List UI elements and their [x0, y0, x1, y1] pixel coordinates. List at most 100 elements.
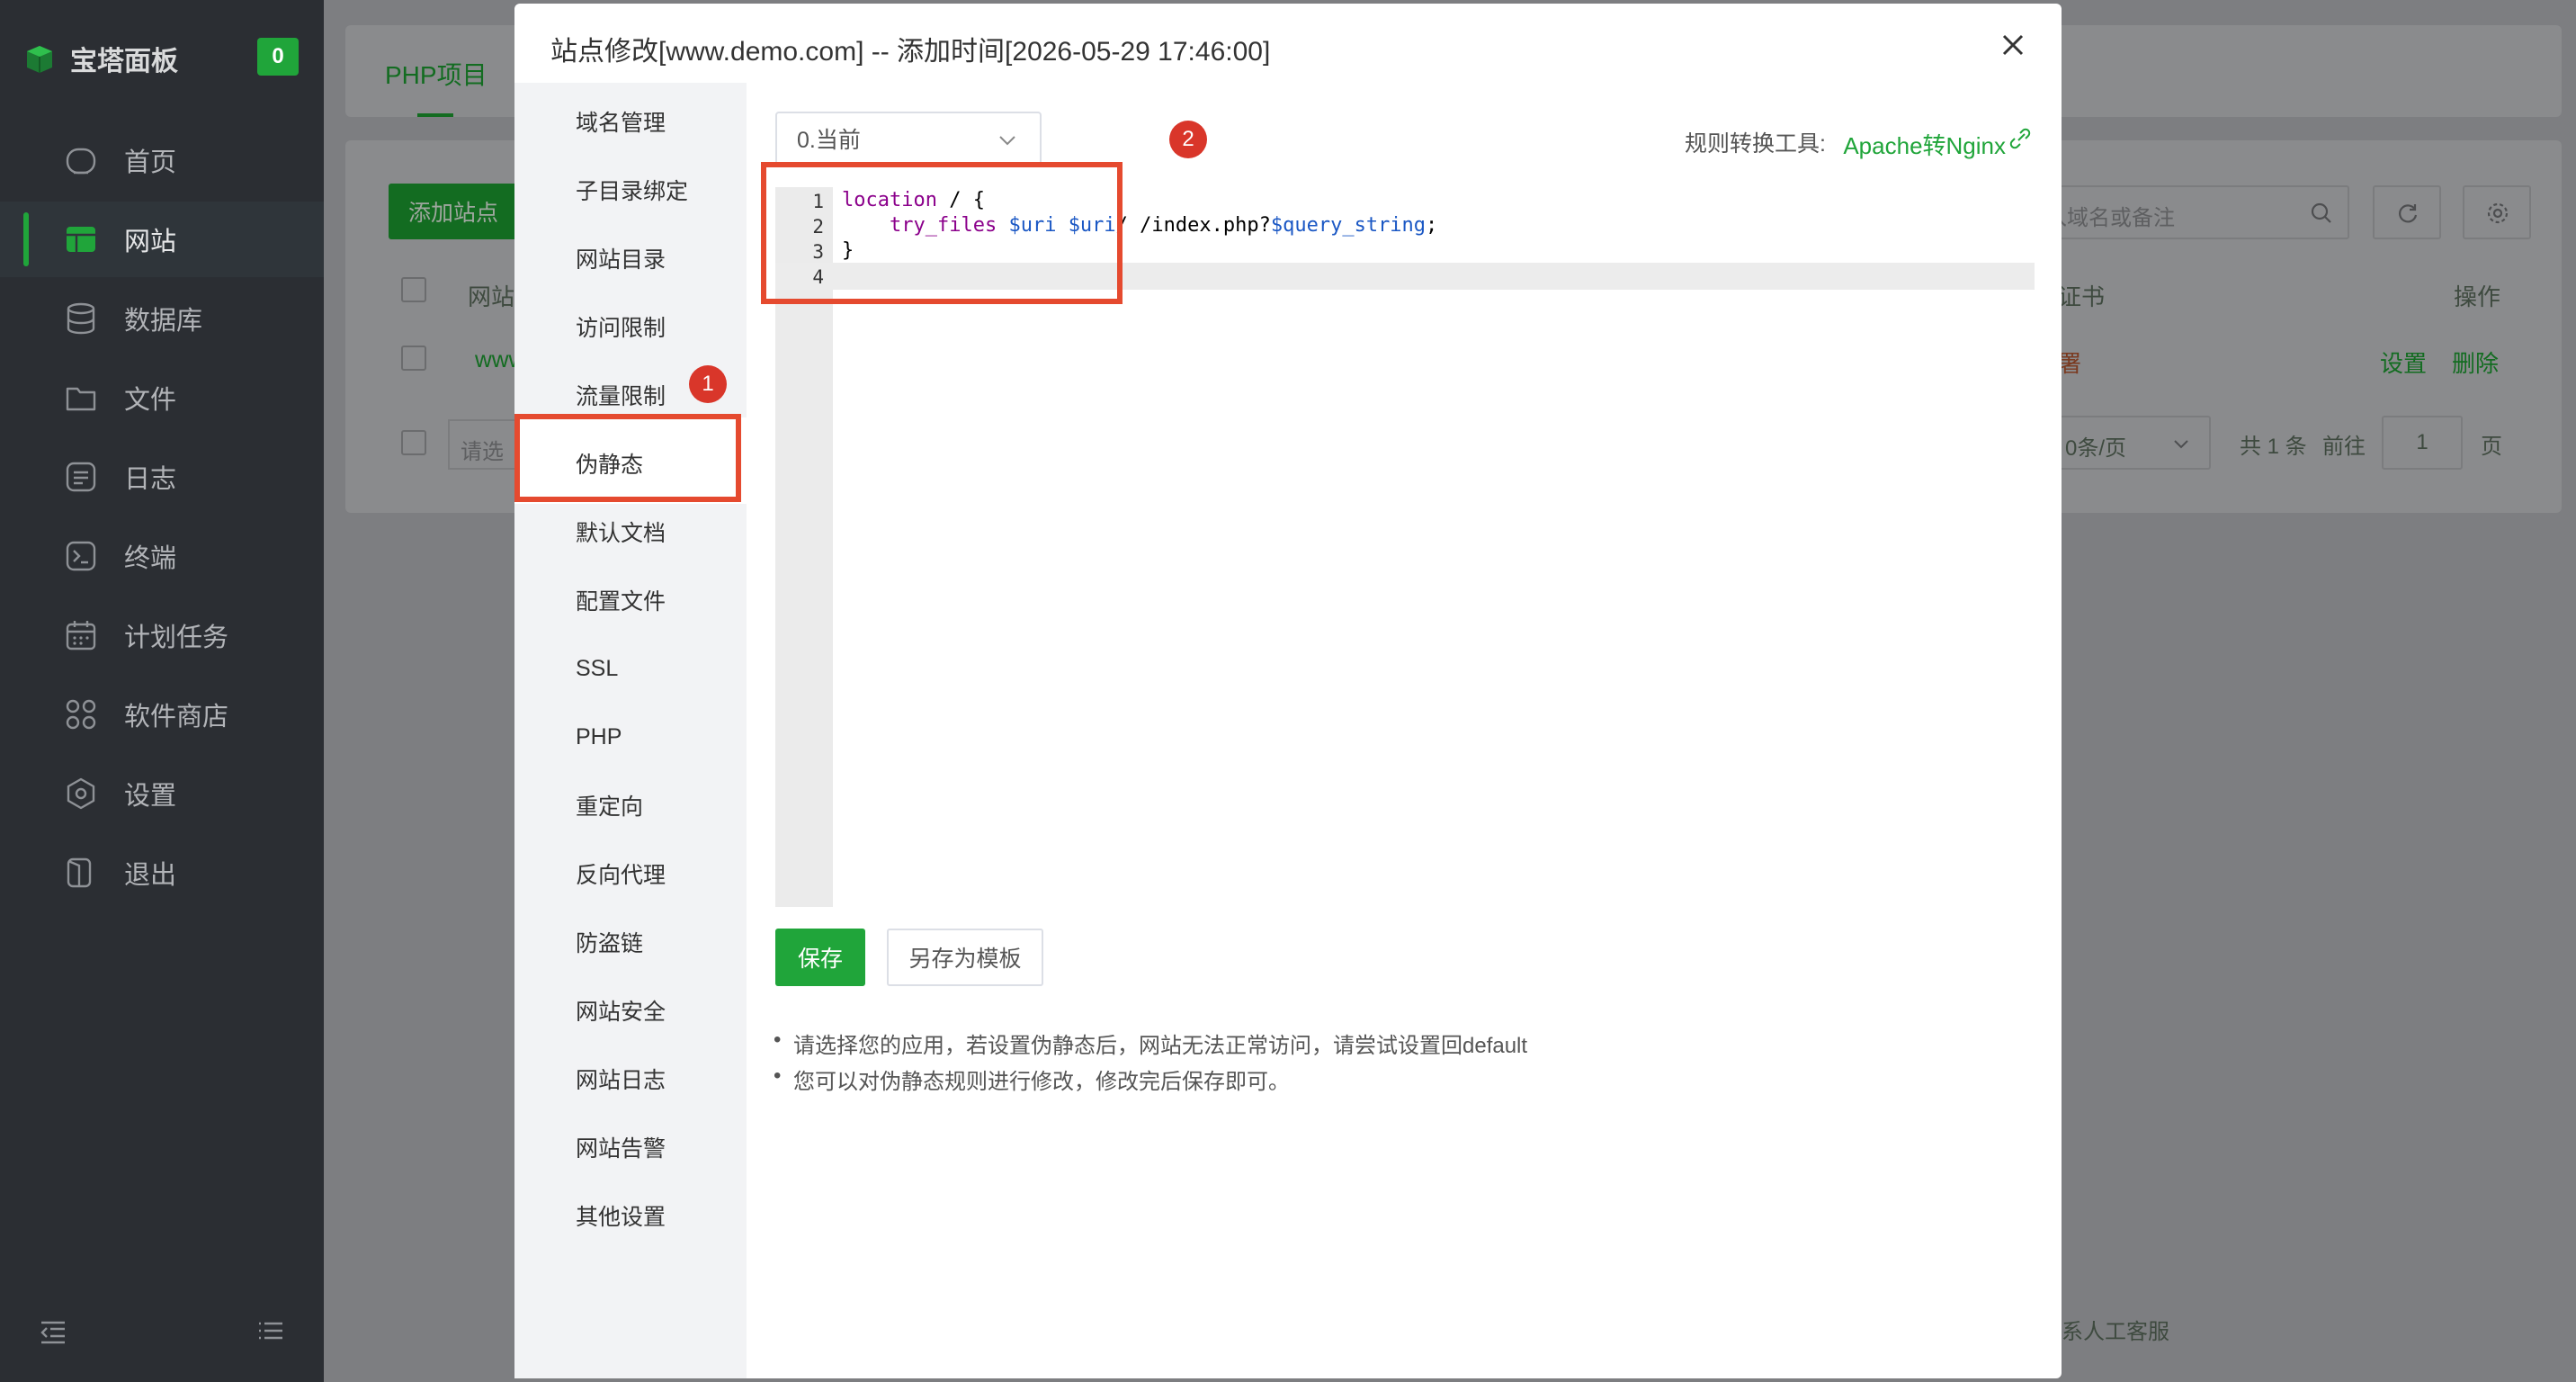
goto-label: 前往	[2322, 435, 2366, 459]
apps-icon	[66, 699, 96, 730]
nav-domain[interactable]: 域名管理	[576, 99, 747, 144]
highlight-box-code	[761, 162, 1123, 304]
search-placeholder: 入域名或备注	[2045, 206, 2175, 230]
menu-list-icon[interactable]	[255, 1317, 286, 1348]
step-marker-1: 1	[689, 365, 727, 403]
gear-icon	[2487, 202, 2509, 224]
tab-underline	[417, 113, 453, 117]
sidebar-item-label: 网站	[124, 228, 177, 256]
tip-item: 请选择您的应用，若设置伪静态后，网站无法正常访问，请尝试设置回default	[774, 1028, 1527, 1059]
brand-name: 宝塔面板	[70, 47, 178, 76]
rewrite-template-select[interactable]: 0.当前	[775, 112, 1042, 166]
calendar-icon	[66, 621, 96, 651]
column-ops: 操作	[2454, 283, 2501, 310]
nav-site-dir[interactable]: 网站目录	[576, 236, 747, 281]
row-set-link[interactable]: 设置	[2380, 346, 2427, 379]
nav-default-doc[interactable]: 默认文档	[576, 509, 747, 554]
code-variable: $query_string	[1270, 214, 1427, 237]
folder-icon	[66, 387, 96, 411]
nav-site-log[interactable]: 网站日志	[576, 1056, 747, 1101]
log-icon	[66, 462, 96, 492]
refresh-button[interactable]	[2373, 185, 2441, 239]
settings-button[interactable]	[2463, 185, 2531, 239]
page-number-input[interactable]: 1	[2382, 416, 2463, 470]
sidebar-item-label: 退出	[124, 861, 177, 890]
nav-redirect[interactable]: 重定向	[576, 783, 747, 828]
page-number-value: 1	[2416, 430, 2428, 454]
nav-ssl[interactable]: SSL	[576, 646, 747, 691]
column-cert[interactable]: 证书	[2058, 279, 2105, 312]
refresh-icon	[2399, 204, 2418, 223]
search-icon[interactable]	[2310, 202, 2333, 225]
brand[interactable]: 宝塔面板	[22, 36, 178, 81]
save-as-template-button[interactable]: 另存为模板	[887, 929, 1043, 986]
nav-alerts[interactable]: 网站告警	[576, 1125, 747, 1170]
terminal-icon	[66, 541, 96, 571]
add-site-button[interactable]: 添加站点	[389, 184, 518, 239]
sidebar-item-label: 文件	[124, 386, 177, 415]
row-checkbox[interactable]	[401, 346, 426, 371]
database-icon	[67, 302, 95, 335]
sidebar-item-logs[interactable]: 日志	[0, 439, 324, 515]
sidebar-item-home[interactable]: 首页	[0, 122, 324, 198]
nav-reverse-proxy[interactable]: 反向代理	[576, 851, 747, 896]
sidebar-item-label: 首页	[124, 148, 177, 177]
sidebar-item-label: 设置	[124, 782, 177, 811]
page-size-value: 0条/页	[2065, 436, 2127, 461]
tab-php-projects[interactable]: PHP项目	[385, 56, 487, 92]
total-count: 共 1 条	[2240, 435, 2307, 459]
nav-php[interactable]: PHP	[576, 714, 747, 759]
select-value: 0.当前	[797, 128, 861, 153]
code-text: / /index.php?	[1115, 214, 1271, 237]
close-icon[interactable]	[1993, 25, 2033, 65]
chevron-down-icon	[999, 136, 1015, 146]
chevron-down-icon	[2174, 440, 2188, 449]
logout-icon	[67, 857, 92, 888]
convert-tool-label: 规则转换工具:	[1685, 131, 1826, 157]
sidebar-item-settings[interactable]: 设置	[0, 756, 324, 831]
row-delete-link[interactable]: 删除	[2452, 346, 2499, 379]
sidebar-item-store[interactable]: 软件商店	[0, 677, 324, 752]
home-icon	[66, 148, 96, 175]
step-marker-2: 2	[1169, 121, 1207, 158]
bt-logo-icon	[27, 46, 52, 73]
select-all-checkbox[interactable]	[401, 277, 426, 302]
sidebar-item-label: 日志	[124, 465, 177, 494]
sidebar-item-logout[interactable]: 退出	[0, 835, 324, 911]
gear-icon	[67, 777, 95, 810]
tip-item: 您可以对伪静态规则进行修改，修改完后保存即可。	[774, 1063, 1290, 1095]
website-icon	[67, 227, 95, 252]
page-unit: 页	[2481, 435, 2502, 459]
sidebar: 宝塔面板 0 首页 网站 数据库 文件 日志 终端 计划任务 软件商店 设置 退…	[0, 0, 324, 1382]
sidebar-item-label: 计划任务	[124, 624, 229, 652]
apache-to-nginx-link[interactable]: Apache转Nginx	[1843, 128, 2006, 161]
nav-config-file[interactable]: 配置文件	[576, 578, 747, 623]
sidebar-item-label: 终端	[124, 544, 177, 573]
link-icon[interactable]	[2009, 128, 2031, 149]
sidebar-item-label: 软件商店	[124, 703, 229, 731]
nav-other-settings[interactable]: 其他设置	[576, 1193, 747, 1238]
sidebar-item-cron[interactable]: 计划任务	[0, 597, 324, 673]
nav-security[interactable]: 网站安全	[576, 988, 747, 1033]
sidebar-item-terminal[interactable]: 终端	[0, 518, 324, 594]
nav-access-limit[interactable]: 访问限制	[576, 304, 747, 349]
site-edit-dialog: 站点修改[www.demo.com] -- 添加时间[2026-05-29 17…	[514, 4, 2062, 1378]
save-button[interactable]: 保存	[775, 929, 865, 986]
nav-subdir[interactable]: 子目录绑定	[576, 167, 747, 212]
highlight-box-rewrite	[514, 414, 741, 502]
dialog-nav: 域名管理 子目录绑定 网站目录 访问限制 流量限制 伪静态 默认文档 配置文件 …	[514, 83, 747, 1378]
page-size-select[interactable]: 0条/页	[2058, 416, 2211, 470]
nav-hotlink[interactable]: 防盗链	[576, 920, 747, 965]
sidebar-item-label: 数据库	[124, 307, 203, 336]
batch-placeholder: 请选	[461, 440, 504, 464]
sidebar-item-database[interactable]: 数据库	[0, 281, 324, 356]
sidebar-item-files[interactable]: 文件	[0, 360, 324, 435]
code-text: ;	[1426, 214, 1438, 237]
dialog-title: 站点修改[www.demo.com] -- 添加时间[2026-05-29 17…	[550, 37, 1271, 67]
search-input[interactable]: 入域名或备注	[2044, 185, 2349, 239]
support-link[interactable]: 系人工客服	[2062, 1314, 2169, 1345]
sidebar-item-website[interactable]: 网站	[0, 202, 324, 277]
collapse-sidebar-icon[interactable]	[38, 1317, 68, 1348]
notification-badge[interactable]: 0	[257, 38, 299, 76]
batch-checkbox[interactable]	[401, 430, 426, 455]
